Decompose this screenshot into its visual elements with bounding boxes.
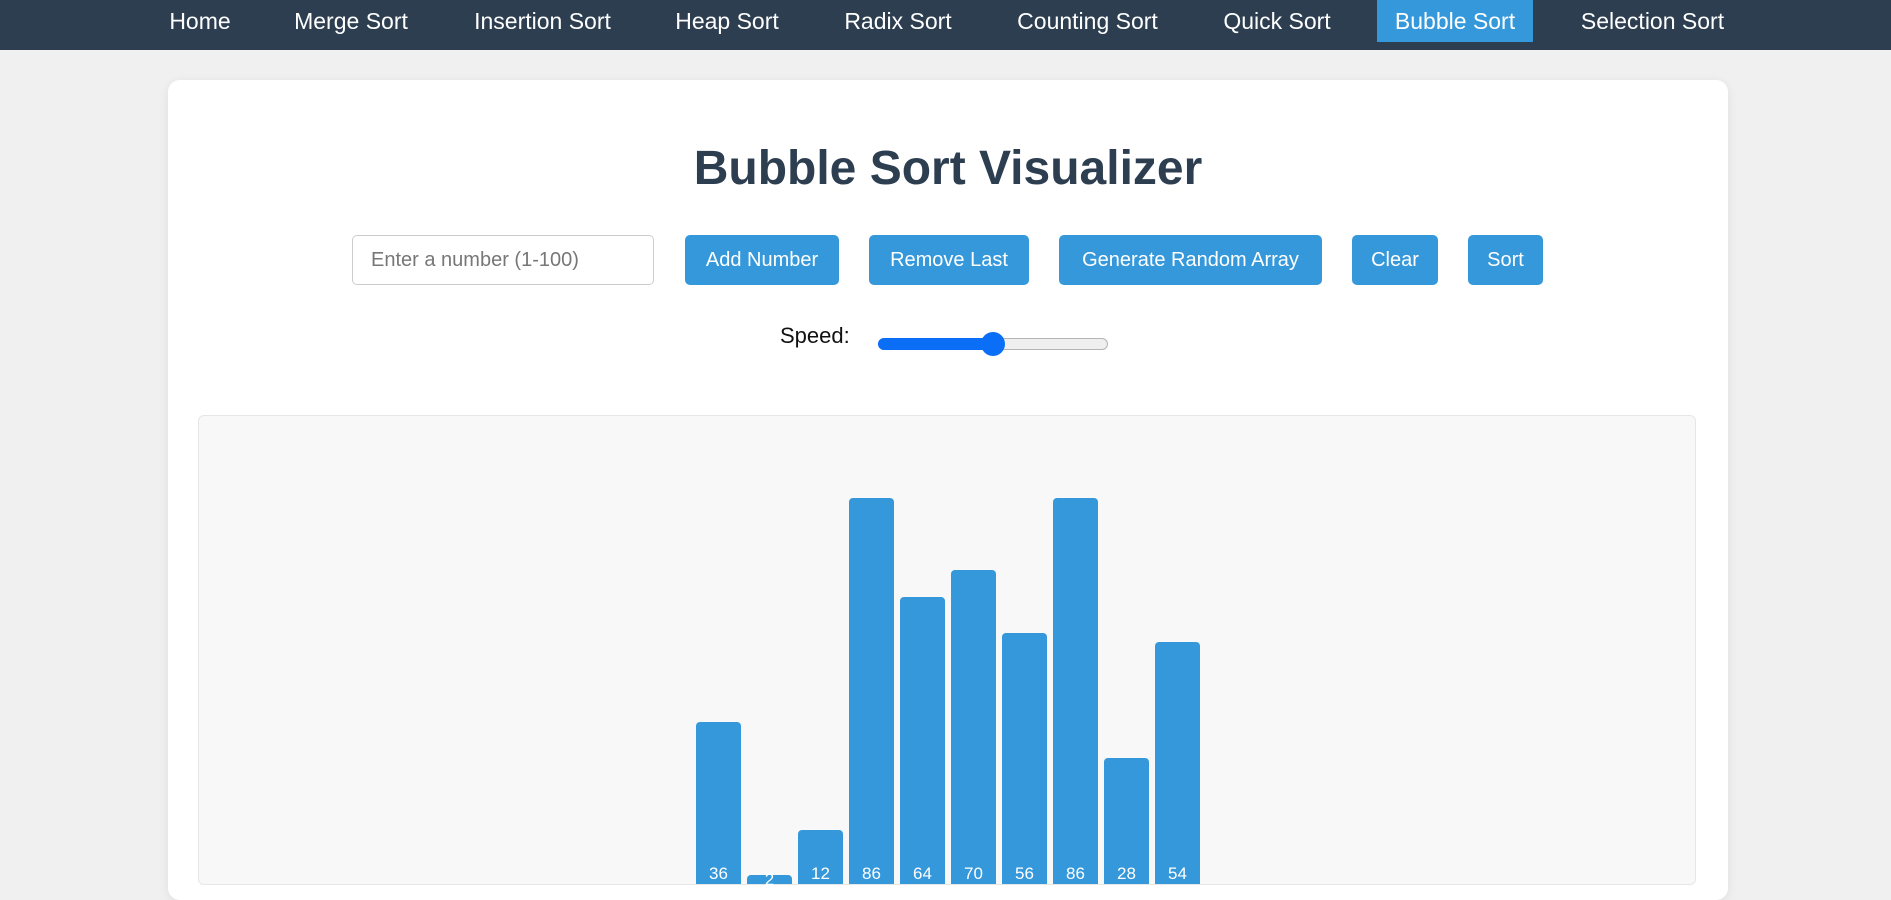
bar-value-label: 2 [764,870,775,889]
bar-value-label: 36 [709,864,728,883]
bar-value-label: 70 [964,864,983,883]
speed-slider[interactable] [878,330,1108,358]
nav-item-heap-sort[interactable]: Heap Sort [664,0,790,42]
bar-value-label: 12 [811,864,830,883]
remove-last-button[interactable]: Remove Last [869,235,1029,285]
nav-item-counting-sort[interactable]: Counting Sort [1005,0,1170,42]
generate-random-array-button[interactable]: Generate Random Array [1059,235,1322,285]
number-input[interactable] [352,235,654,285]
bar-0 [696,722,741,884]
bar-value-label: 56 [1015,864,1034,883]
bar-value-label: 86 [1066,864,1085,883]
bar-value-label: 28 [1117,864,1136,883]
speed-slider-fill [878,338,993,350]
add-number-button[interactable]: Add Number [685,235,839,285]
bar-6 [1002,633,1047,884]
bar-5 [951,570,996,884]
nav-item-home[interactable]: Home [156,0,244,42]
nav-item-bubble-sort[interactable]: Bubble Sort [1377,0,1533,42]
bar-3 [849,498,894,884]
bar-9 [1155,642,1200,884]
nav-item-insertion-sort[interactable]: Insertion Sort [460,0,625,42]
nav-item-selection-sort[interactable]: Selection Sort [1570,0,1735,42]
bar-chart-area: 36 2 12 86 64 70 56 86 28 54 [198,415,1696,889]
nav-item-radix-sort[interactable]: Radix Sort [832,0,964,42]
speed-slider-thumb[interactable] [981,332,1005,356]
bar-7 [1053,498,1098,884]
top-navbar: Home Merge Sort Insertion Sort Heap Sort… [0,0,1891,50]
bar-4 [900,597,945,884]
clear-button[interactable]: Clear [1352,235,1438,285]
speed-label: Speed: [780,323,850,348]
visualizer-card: Bubble Sort Visualizer Add Number Remove… [168,80,1728,900]
sort-button[interactable]: Sort [1468,235,1543,285]
bar-chart: 36 2 12 86 64 70 56 86 28 54 [199,416,1695,889]
bar-value-label: 54 [1168,864,1187,883]
nav-item-quick-sort[interactable]: Quick Sort [1212,0,1342,42]
nav-item-merge-sort[interactable]: Merge Sort [282,0,420,42]
bar-value-label: 64 [913,864,932,883]
bar-value-label: 86 [862,864,881,883]
page-title: Bubble Sort Visualizer [693,142,1203,195]
